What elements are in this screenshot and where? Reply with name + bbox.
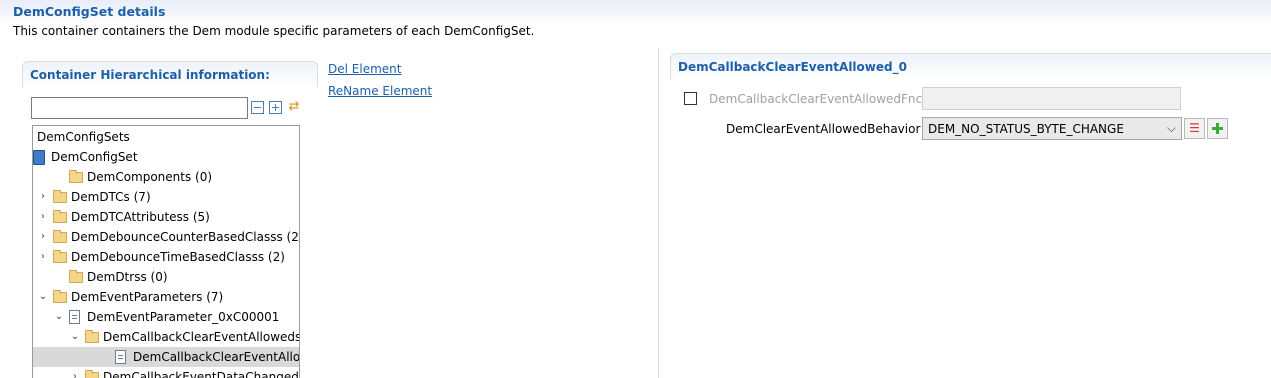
folder-icon xyxy=(53,190,67,203)
tree-item-label: DemDebounceCounterBasedClasss (2) xyxy=(71,230,300,244)
tree-item-label: DemEventParameter_0xC00001 xyxy=(87,310,280,324)
hierarchy-panel-title-text: Container Hierarchical information: xyxy=(30,68,270,82)
document-icon xyxy=(115,350,126,364)
tree-item[interactable]: ⌄ DemEventParameter_0xC00001 xyxy=(33,307,299,327)
expand-all-icon[interactable] xyxy=(269,101,282,114)
del-element-link[interactable]: Del Element xyxy=(328,62,401,76)
rename-element-link[interactable]: ReName Element xyxy=(328,84,432,98)
folder-icon xyxy=(53,250,67,263)
folder-icon xyxy=(85,370,99,378)
behavior-select[interactable]: DEM_NO_STATUS_BYTE_CHANGE ⌵ xyxy=(922,117,1182,140)
tree-item-label: DemCallbackClearEventAlloweds (1) xyxy=(103,330,300,344)
fnc-enable-checkbox[interactable] xyxy=(684,92,697,105)
folder-icon xyxy=(53,230,67,243)
tree-item-label: DemDTCAttributess (5) xyxy=(71,210,210,224)
tree-item[interactable]: DemCallbackClearEventAllowed_0 xyxy=(33,347,300,367)
tree-item[interactable]: DemConfigSet xyxy=(33,147,299,167)
folder-icon xyxy=(53,210,67,223)
tree-filter-input[interactable] xyxy=(31,97,248,119)
chevron-down-icon: ⌵ xyxy=(1166,121,1176,135)
behavior-label: DemClearEventAllowedBehavior : xyxy=(726,122,929,136)
chevron-down-icon[interactable]: ⌄ xyxy=(53,307,65,327)
fnc-input xyxy=(922,87,1181,110)
tree-item-label: DemDTCs (7) xyxy=(71,190,151,204)
folder-icon xyxy=(69,170,83,183)
page-description: This container containers the Dem module… xyxy=(13,24,535,38)
details-section-header: DemCallbackClearEventAllowed_0 xyxy=(670,53,1271,79)
details-section-title: DemCallbackClearEventAllowed_0 xyxy=(678,60,907,74)
fnc-label: DemCallbackClearEventAllowedFnc : xyxy=(709,92,930,106)
tree-item-label: DemConfigSet xyxy=(51,150,138,164)
tree-item[interactable]: › DemDTCAttributess (5) xyxy=(33,207,299,227)
chevron-down-icon[interactable]: ⌄ xyxy=(69,327,81,347)
document-icon xyxy=(69,310,80,324)
chevron-right-icon[interactable]: › xyxy=(69,367,81,378)
panel-divider[interactable] xyxy=(658,48,659,378)
tree-item[interactable]: DemComponents (0) xyxy=(33,167,299,187)
link-sync-icon[interactable]: ⇄ xyxy=(286,99,302,115)
collapse-all-icon[interactable] xyxy=(251,101,264,114)
tree-item-label: DemDtrss (0) xyxy=(87,270,168,284)
tree-item[interactable]: DemDtrss (0) xyxy=(33,267,299,287)
folder-icon xyxy=(69,270,83,283)
tree-item-label: DemCallbackClearEventAllowed_0 xyxy=(133,350,300,364)
tree-item[interactable]: › DemDTCs (7) xyxy=(33,187,299,207)
page-title: DemConfigSet details xyxy=(13,4,166,19)
tree-item[interactable]: ⌄ DemCallbackClearEventAlloweds (1) xyxy=(33,327,300,347)
tree-item[interactable]: ⌄ DemEventParameters (7) xyxy=(33,287,299,307)
tree-item-label: DemCallbackEventDataChangeds (0) xyxy=(103,370,300,378)
chevron-right-icon[interactable]: › xyxy=(37,187,49,207)
details-header: DemConfigSet details This container cont… xyxy=(0,0,1271,44)
tree-item[interactable]: › DemDebounceCounterBasedClasss (2) xyxy=(33,227,300,247)
chevron-right-icon[interactable]: › xyxy=(37,207,49,227)
tree-item[interactable]: › DemCallbackEventDataChangeds (0) xyxy=(33,367,300,378)
container-tree[interactable]: DemConfigSets DemConfigSet DemComponents (… xyxy=(32,125,300,378)
hierarchy-panel-title: Container Hierarchical information: xyxy=(22,61,318,87)
folder-icon xyxy=(85,330,99,343)
tree-item[interactable]: › DemDebounceTimeBasedClasss (2) xyxy=(33,247,299,267)
list-icon[interactable]: ☰ xyxy=(1184,118,1205,139)
tree-item-label: DemConfigSets xyxy=(37,130,130,144)
behavior-select-value: DEM_NO_STATUS_BYTE_CHANGE xyxy=(928,122,1124,136)
book-icon xyxy=(33,150,45,165)
chevron-right-icon[interactable]: › xyxy=(37,227,49,247)
chevron-right-icon[interactable]: › xyxy=(37,247,49,267)
tree-item-label: DemDebounceTimeBasedClasss (2) xyxy=(71,250,285,264)
add-icon[interactable] xyxy=(1207,118,1228,139)
chevron-down-icon[interactable]: ⌄ xyxy=(37,287,49,307)
folder-icon xyxy=(53,290,67,303)
tree-item[interactable]: DemConfigSets xyxy=(33,127,299,147)
tree-item-label: DemEventParameters (7) xyxy=(71,290,224,304)
tree-item-label: DemComponents (0) xyxy=(87,170,213,184)
